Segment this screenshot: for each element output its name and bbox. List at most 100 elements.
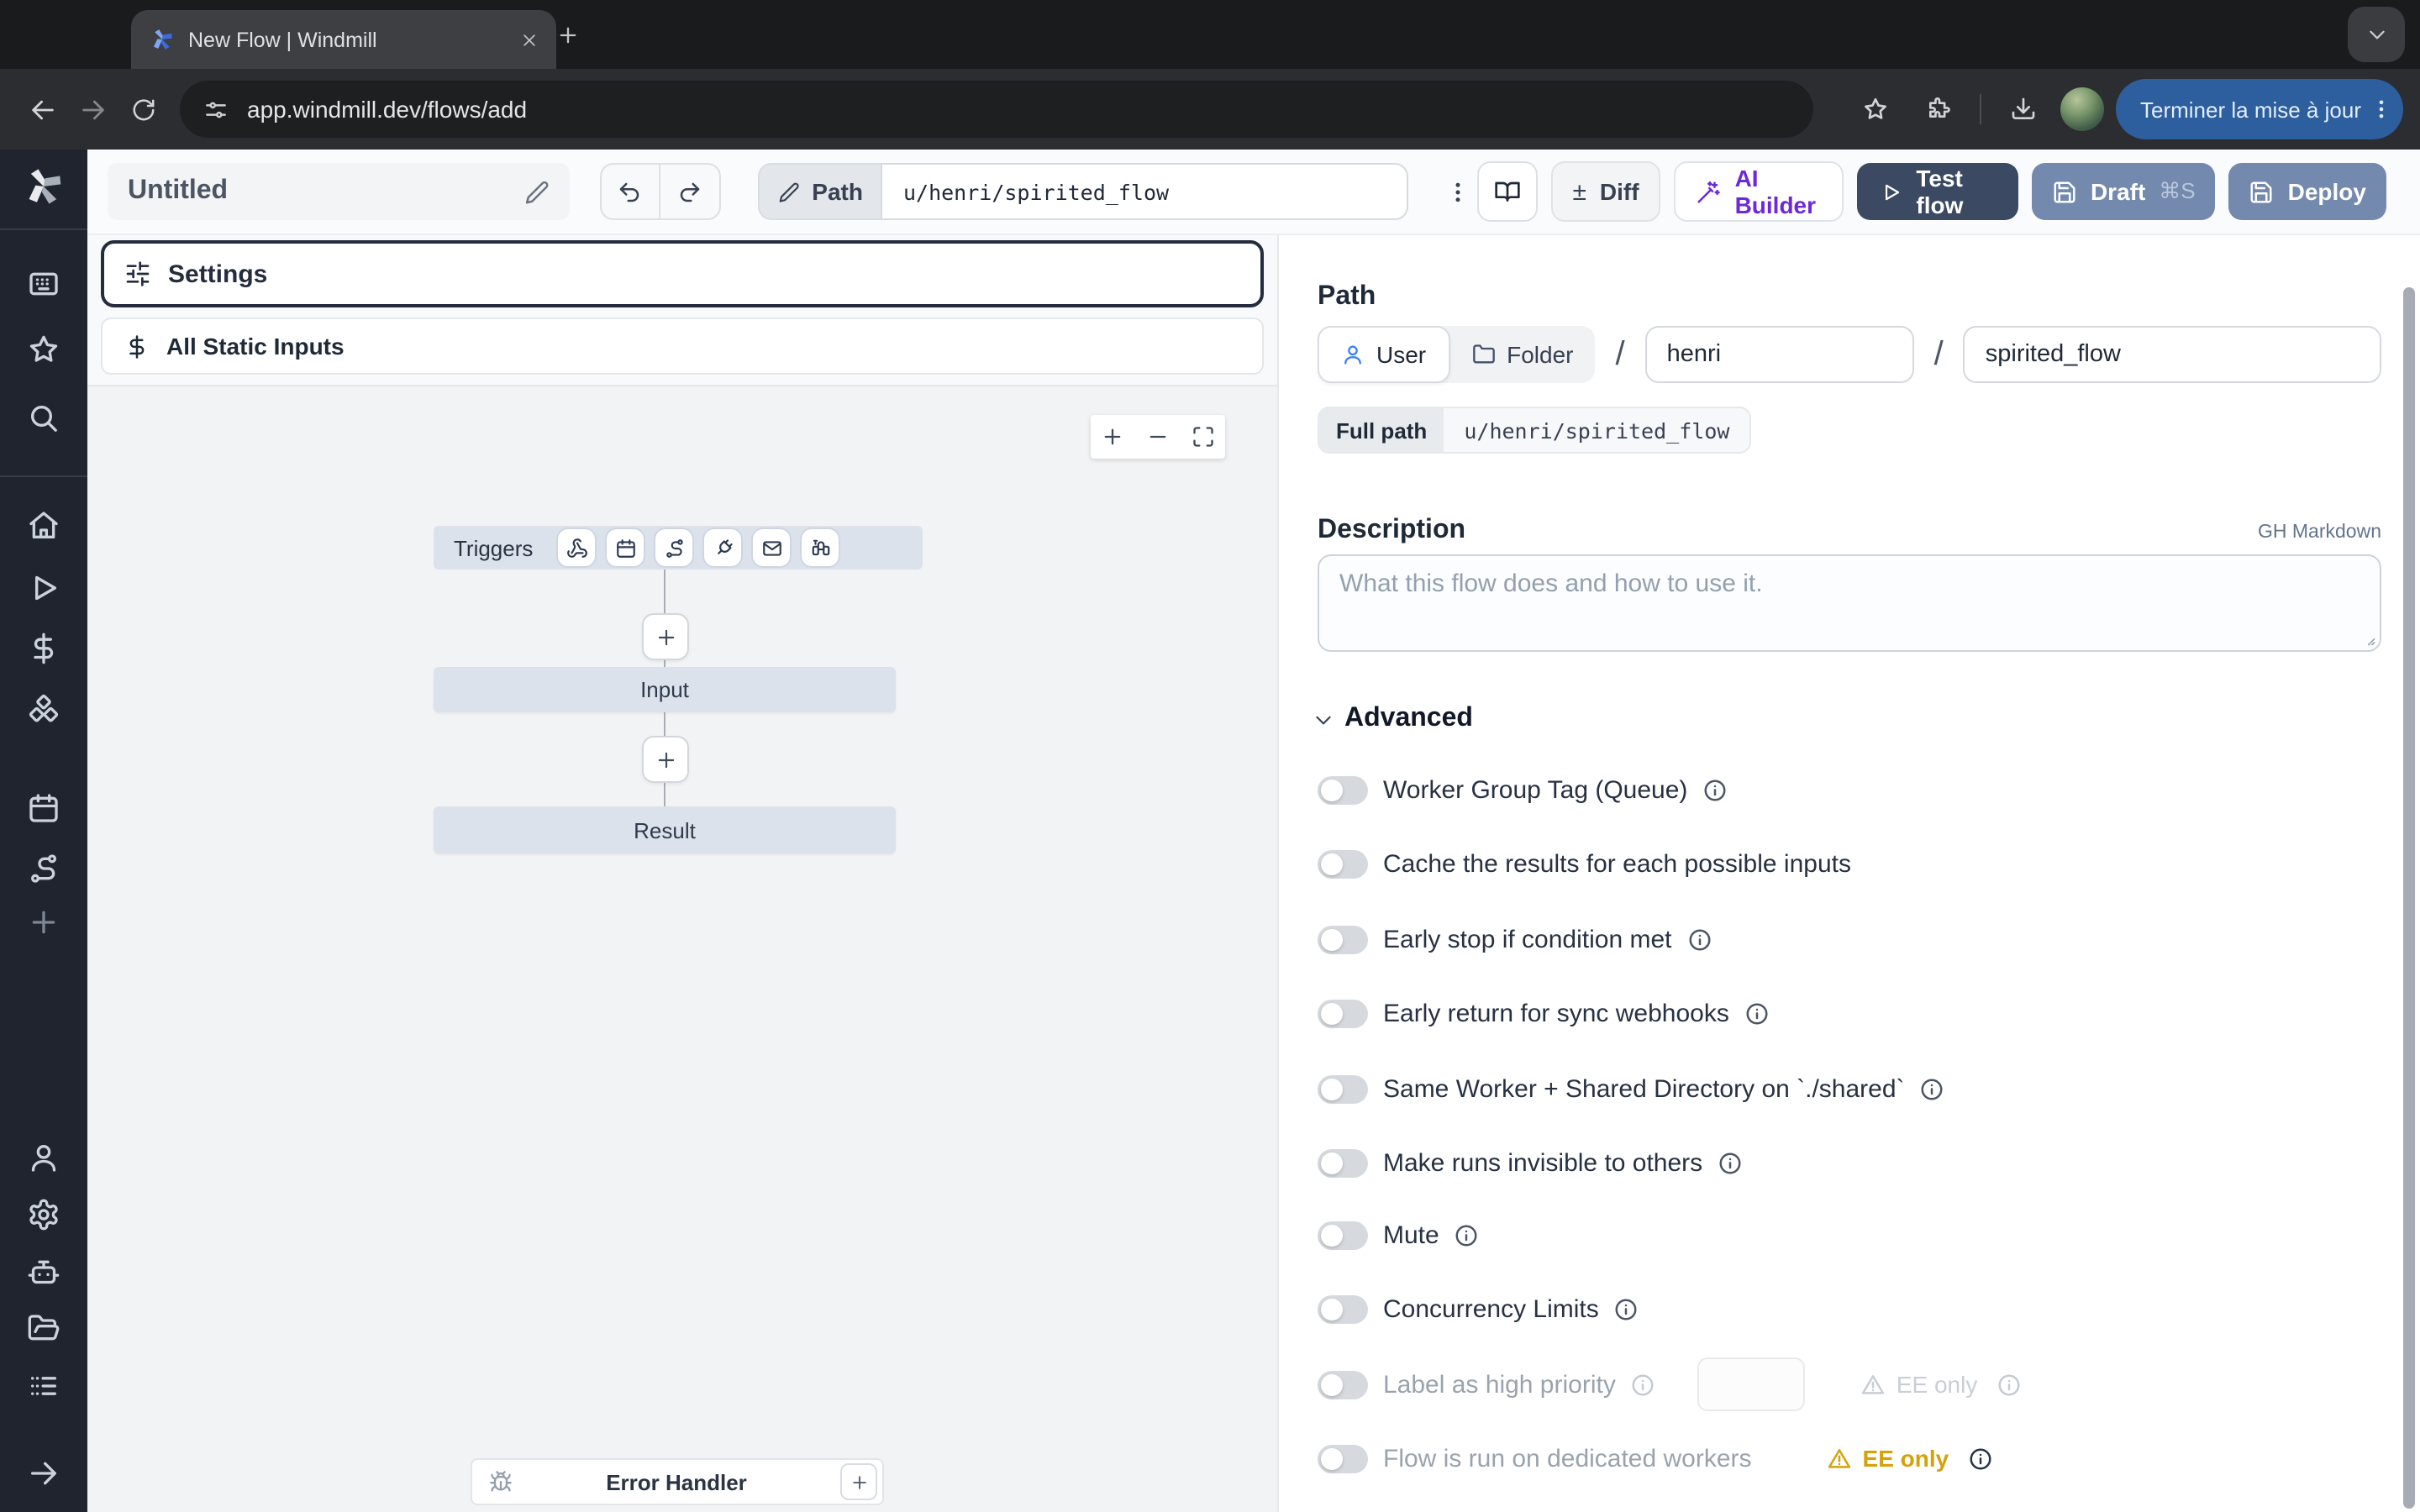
add-error-handler-button[interactable] <box>840 1463 877 1500</box>
tab-close-icon[interactable] <box>514 25 543 54</box>
sidebar-users-icon[interactable] <box>17 1131 71 1184</box>
insert-step-button[interactable] <box>642 736 689 783</box>
zoom-out-icon[interactable] <box>1146 425 1170 449</box>
ai-builder-button[interactable]: AI Builder <box>1675 161 1844 222</box>
deploy-button[interactable]: Deploy <box>2229 163 2386 220</box>
triggers-node[interactable]: Triggers <box>434 526 923 570</box>
info-icon[interactable] <box>1631 1372 1656 1397</box>
trigger-webhook-icon-button[interactable] <box>558 529 595 566</box>
result-node[interactable]: Result <box>434 806 896 853</box>
toggle-label: Label as high priority <box>1383 1370 1616 1399</box>
downloads-icon[interactable] <box>1997 84 2048 134</box>
sidebar-audit-logs-icon[interactable] <box>17 1359 71 1413</box>
info-icon[interactable] <box>1967 1446 1992 1471</box>
info-icon[interactable] <box>1744 1000 1770 1026</box>
toggle-switch[interactable] <box>1318 849 1368 878</box>
home-icon <box>27 509 60 543</box>
info-icon[interactable] <box>1718 1150 1743 1175</box>
toggle-switch[interactable] <box>1318 999 1368 1027</box>
trigger-email-icon-button[interactable] <box>753 529 790 566</box>
toggle-switch[interactable] <box>1318 1074 1368 1103</box>
trigger-schedule-icon-button[interactable] <box>607 529 644 566</box>
info-icon[interactable] <box>1996 1372 2021 1397</box>
reload-button[interactable] <box>118 84 168 134</box>
description-textarea[interactable] <box>1318 554 2381 652</box>
toggle-switch[interactable] <box>1318 1444 1368 1473</box>
docs-button[interactable] <box>1477 161 1537 222</box>
test-flow-button[interactable]: Test flow <box>1857 163 2018 220</box>
all-static-inputs-card[interactable]: All Static Inputs <box>101 318 1264 375</box>
route-icon <box>663 537 685 559</box>
sidebar-workers-icon[interactable] <box>17 1245 71 1299</box>
chrome-update-button[interactable]: Terminer la mise à jour <box>2115 79 2403 139</box>
site-info-icon[interactable] <box>203 97 229 122</box>
extensions-icon[interactable] <box>1912 84 1962 134</box>
toggle-switch[interactable] <box>1318 1148 1368 1177</box>
browser-tab[interactable]: New Flow | Windmill <box>131 10 556 69</box>
sidebar-settings-icon[interactable] <box>17 1188 71 1242</box>
resize-handle-icon[interactable] <box>2360 630 2376 647</box>
flow-settings-card[interactable]: Settings <box>101 240 1264 307</box>
back-button[interactable] <box>17 84 67 134</box>
windmill-logo[interactable] <box>22 165 66 208</box>
trigger-poll-icon-button[interactable] <box>802 529 839 566</box>
sidebar-arrow-right-icon[interactable] <box>17 1446 71 1500</box>
tab-search-chevron-icon[interactable] <box>2348 7 2405 62</box>
browser-menu-kebab-icon[interactable] <box>2370 97 2393 121</box>
folder-segment[interactable]: Folder <box>1449 326 1595 383</box>
fit-view-icon[interactable] <box>1191 425 1214 449</box>
sidebar-runs-icon[interactable] <box>17 561 71 615</box>
sidebar-search-icon[interactable] <box>17 391 71 445</box>
info-icon[interactable] <box>1687 927 1712 952</box>
url-bar[interactable]: app.windmill.dev/flows/add <box>180 81 1813 138</box>
toggle-switch[interactable] <box>1318 775 1368 804</box>
sidebar-workspace-icon[interactable] <box>17 257 71 311</box>
input-node[interactable]: Input <box>434 667 896 712</box>
sidebar-schedules-icon[interactable] <box>17 781 71 835</box>
toggle-switch[interactable] <box>1318 1370 1368 1399</box>
info-icon[interactable] <box>1920 1076 1945 1101</box>
trigger-route-icon-button[interactable] <box>655 529 692 566</box>
sidebar-favorites-icon[interactable] <box>17 323 71 376</box>
path-value[interactable]: u/henri/spirited_flow <box>881 163 1409 220</box>
toggle-label: Cache the results for each possible inpu… <box>1383 849 1851 878</box>
path-name-input[interactable] <box>1964 326 2381 383</box>
advanced-section-header[interactable]: Advanced <box>1313 704 1473 734</box>
new-tab-button[interactable] <box>550 17 587 54</box>
toggle-switch[interactable] <box>1318 925 1368 953</box>
info-icon[interactable] <box>1455 1222 1480 1247</box>
info-icon[interactable] <box>1614 1296 1639 1321</box>
error-handler-node[interactable]: Error Handler <box>471 1458 884 1505</box>
diff-button[interactable]: ± Diff <box>1550 161 1660 222</box>
draft-button[interactable]: Draft ⌘S <box>2032 163 2216 220</box>
edit-pencil-icon[interactable] <box>523 179 549 204</box>
priority-input[interactable] <box>1698 1357 1806 1411</box>
profile-avatar[interactable] <box>2060 87 2103 131</box>
undo-button[interactable] <box>601 165 660 218</box>
sidebar-variables-icon[interactable] <box>17 622 71 675</box>
more-options-kebab-icon[interactable] <box>1439 166 1477 217</box>
user-segment[interactable]: User <box>1318 326 1449 383</box>
info-icon[interactable] <box>1702 777 1728 802</box>
sidebar-resources-icon[interactable] <box>17 682 71 736</box>
panel-scrollbar[interactable] <box>2403 287 2415 1509</box>
flow-name-text: Untitled <box>128 176 228 207</box>
toggle-label: Make runs invisible to others <box>1383 1148 1702 1177</box>
edit-pencil-icon <box>778 181 800 202</box>
insert-step-button[interactable] <box>642 613 689 660</box>
flow-canvas[interactable]: Triggers Input Result Error Handler <box>87 385 1277 1512</box>
bookmark-star-icon[interactable] <box>1849 84 1900 134</box>
redo-button[interactable] <box>660 165 720 218</box>
zoom-in-icon[interactable] <box>1102 425 1125 449</box>
path-owner-input[interactable] <box>1645 326 1914 383</box>
sidebar-flows-icon[interactable] <box>17 842 71 895</box>
sidebar-home-icon[interactable] <box>17 499 71 553</box>
sidebar-folders-icon[interactable] <box>17 1302 71 1356</box>
forward-button[interactable] <box>67 84 118 134</box>
toggle-switch[interactable] <box>1318 1221 1368 1249</box>
sidebar-plus-icon[interactable] <box>17 895 71 949</box>
trigger-websocket-icon-button[interactable] <box>704 529 741 566</box>
toggle-switch[interactable] <box>1318 1294 1368 1323</box>
flow-name-input[interactable]: Untitled <box>108 163 569 220</box>
path-chip[interactable]: Path u/henri/spirited_flow <box>758 163 1409 220</box>
